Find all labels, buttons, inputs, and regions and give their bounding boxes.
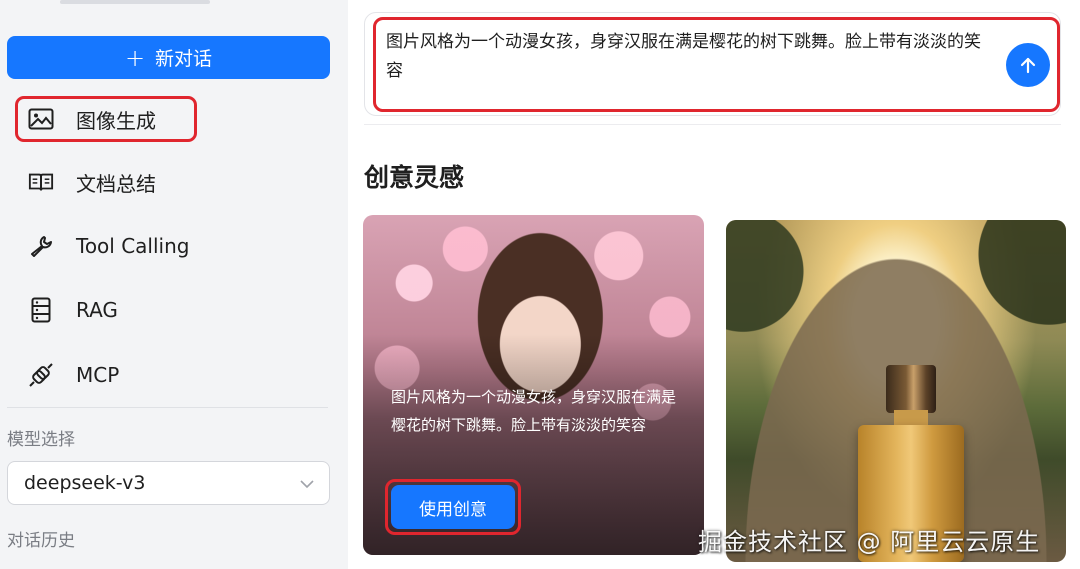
sidebar-item-label: RAG — [76, 298, 118, 322]
main-panel: 图片风格为一个动漫女孩，身穿汉服在满是樱花的树下跳舞。脸上带有淡淡的笑容 创意灵… — [348, 0, 1080, 569]
book-icon — [28, 169, 54, 195]
wrench-icon — [28, 233, 54, 259]
new-chat-label: 新对话 — [155, 48, 213, 70]
sidebar-item-mcp[interactable]: MCP — [0, 350, 340, 400]
annotation-highlight-button — [385, 479, 521, 535]
send-button[interactable] — [1006, 43, 1050, 87]
model-select-value: deepseek-v3 — [24, 472, 146, 494]
inspiration-card-perfume[interactable] — [726, 220, 1066, 562]
database-icon — [28, 297, 54, 323]
perfume-cap-image — [886, 365, 936, 413]
main-divider — [364, 124, 1061, 125]
annotation-highlight-input — [373, 17, 1060, 112]
model-section-label: 模型选择 — [7, 430, 75, 450]
arrow-up-icon — [1020, 57, 1036, 74]
sidebar-item-label: MCP — [76, 363, 120, 387]
sidebar-top-edge — [60, 0, 210, 4]
plug-icon — [28, 362, 54, 388]
card-caption: 图片风格为一个动漫女孩，身穿汉服在满是樱花的树下跳舞。脸上带有淡淡的笑容 — [391, 388, 677, 434]
sidebar: + 新对话 图像生成 文档总结 Tool Calling RAG MCP 模型选… — [0, 0, 348, 569]
sidebar-item-label: Tool Calling — [76, 234, 190, 258]
sidebar-divider — [7, 407, 328, 408]
inspiration-card-anime-girl[interactable]: 图片风格为一个动漫女孩，身穿汉服在满是樱花的树下跳舞。脸上带有淡淡的笑容 使用创… — [363, 215, 704, 555]
sidebar-item-tool-calling[interactable]: Tool Calling — [0, 221, 340, 271]
history-section-label: 对话历史 — [7, 531, 75, 551]
section-title: 创意灵感 — [364, 163, 465, 192]
model-select[interactable]: deepseek-v3 — [7, 461, 330, 505]
annotation-highlight-nav — [15, 96, 197, 142]
sidebar-item-document-summary[interactable]: 文档总结 — [0, 157, 340, 207]
new-chat-button[interactable]: + 新对话 — [7, 36, 330, 79]
sidebar-item-label: 文档总结 — [76, 171, 156, 196]
chevron-down-icon — [299, 475, 315, 497]
sidebar-item-rag[interactable]: RAG — [0, 285, 340, 335]
plus-icon: + — [124, 43, 146, 72]
watermark-text: 掘金技术社区 @ 阿里云云原生 — [698, 528, 1041, 556]
